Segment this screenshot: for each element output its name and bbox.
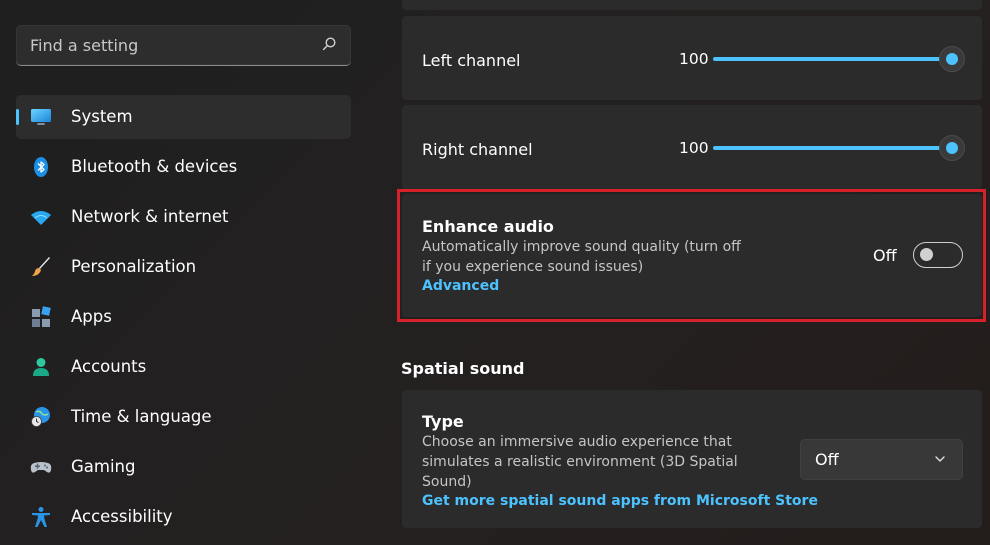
sidebar-item-personalization[interactable]: Personalization bbox=[16, 245, 351, 289]
bluetooth-icon bbox=[34, 157, 48, 177]
right-channel-slider-track[interactable] bbox=[713, 146, 951, 150]
sidebar-item-label: Accessibility bbox=[71, 507, 173, 526]
paintbrush-icon bbox=[32, 257, 50, 276]
right-channel-value: 100 bbox=[679, 139, 709, 157]
toggle-knob bbox=[920, 248, 933, 261]
spatial-type-card: Type Choose an immersive audio experienc… bbox=[402, 390, 982, 528]
enhance-audio-description-line2: if you experience sound issues) bbox=[422, 259, 644, 275]
sidebar-item-accounts[interactable]: Accounts bbox=[16, 345, 351, 389]
settings-window: Find a setting System Bluetooth & device… bbox=[0, 0, 990, 545]
enhance-audio-toggle[interactable] bbox=[913, 242, 963, 268]
accessibility-icon bbox=[32, 507, 50, 527]
apps-icon bbox=[32, 306, 51, 327]
sidebar-item-system[interactable]: System bbox=[16, 95, 351, 139]
sidebar-item-label: Gaming bbox=[71, 457, 136, 476]
search-box[interactable]: Find a setting bbox=[16, 25, 351, 66]
monitor-icon bbox=[31, 109, 51, 125]
spatial-type-description-line3: Sound) bbox=[422, 474, 472, 490]
sidebar-item-accessibility[interactable]: Accessibility bbox=[16, 495, 351, 539]
wifi-icon bbox=[31, 211, 51, 225]
advanced-link[interactable]: Advanced bbox=[422, 278, 499, 294]
sidebar-item-label: Time & language bbox=[71, 407, 212, 426]
spatial-type-selected-value: Off bbox=[815, 450, 839, 469]
sidebar-item-network[interactable]: Network & internet bbox=[16, 195, 351, 239]
search-icon[interactable] bbox=[321, 36, 337, 52]
left-channel-slider-thumb[interactable] bbox=[939, 46, 965, 72]
spatial-type-title: Type bbox=[422, 412, 464, 431]
active-indicator bbox=[16, 109, 19, 125]
left-channel-value: 100 bbox=[679, 50, 709, 68]
enhance-audio-title: Enhance audio bbox=[422, 217, 554, 236]
sidebar-item-label: System bbox=[71, 107, 133, 126]
spatial-type-description-line2: simulates a realistic environment (3D Sp… bbox=[422, 454, 738, 470]
search-input[interactable]: Find a setting bbox=[30, 36, 138, 55]
right-channel-slider-thumb[interactable] bbox=[939, 135, 965, 161]
sidebar-item-gaming[interactable]: Gaming bbox=[16, 445, 351, 489]
right-channel-card: Right channel 100 bbox=[402, 105, 982, 189]
sidebar-item-label: Personalization bbox=[71, 257, 197, 276]
enhance-audio-description-line1: Automatically improve sound quality (tur… bbox=[422, 239, 741, 255]
sidebar-item-time-language[interactable]: Time & language bbox=[16, 395, 351, 439]
sidebar-item-label: Network & internet bbox=[71, 207, 229, 226]
microsoft-store-link[interactable]: Get more spatial sound apps from Microso… bbox=[422, 493, 818, 509]
left-channel-card: Left channel 100 bbox=[402, 16, 982, 100]
spatial-sound-heading: Spatial sound bbox=[401, 359, 525, 378]
sidebar-item-label: Bluetooth & devices bbox=[71, 157, 238, 176]
enhance-audio-card: Enhance audio Automatically improve soun… bbox=[402, 194, 982, 317]
spatial-type-dropdown[interactable]: Off bbox=[800, 439, 963, 480]
person-icon bbox=[33, 358, 49, 376]
enhance-audio-state: Off bbox=[873, 246, 897, 265]
chevron-down-icon bbox=[935, 456, 945, 462]
right-channel-label: Right channel bbox=[422, 140, 533, 159]
sidebar-item-bluetooth[interactable]: Bluetooth & devices bbox=[16, 145, 351, 189]
gamepad-icon bbox=[30, 462, 52, 473]
left-channel-slider-track[interactable] bbox=[713, 57, 951, 61]
globe-clock-icon bbox=[31, 407, 50, 427]
sidebar-item-label: Apps bbox=[71, 307, 112, 326]
previous-setting-card bbox=[402, 0, 982, 10]
sidebar-item-apps[interactable]: Apps bbox=[16, 295, 351, 339]
sidebar-item-label: Accounts bbox=[71, 357, 147, 376]
left-channel-label: Left channel bbox=[422, 51, 521, 70]
spatial-type-description-line1: Choose an immersive audio experience tha… bbox=[422, 434, 732, 450]
